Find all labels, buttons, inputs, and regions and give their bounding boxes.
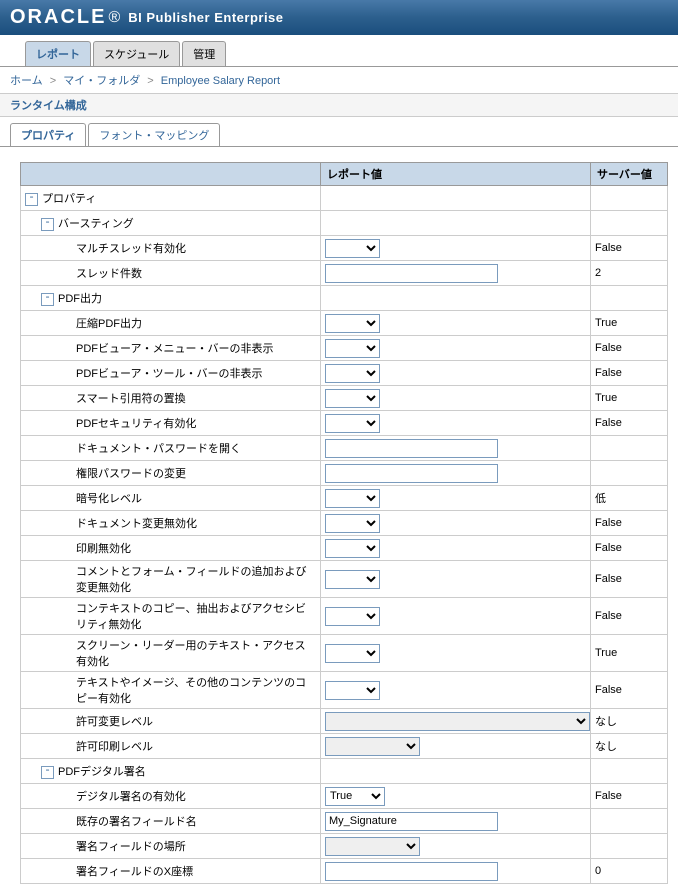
label-copydis: コンテキストのコピー、抽出およびアクセシビリティ無効化 — [21, 598, 321, 635]
breadcrumb: ホーム > マイ・フォルダ > Employee Salary Report — [0, 67, 678, 93]
select-permchange[interactable] — [325, 712, 590, 731]
sub-tabs: プロパティ フォント・マッピング — [0, 117, 678, 147]
label-permchange: 許可変更レベル — [21, 709, 321, 734]
server-hidemenu: False — [591, 336, 668, 361]
label-sigfield: 既存の署名フィールド名 — [21, 809, 321, 834]
server-sigloc — [591, 834, 668, 859]
crumb-folder[interactable]: マイ・フォルダ — [63, 75, 140, 87]
toggle-icon[interactable]: - — [25, 193, 38, 206]
label-printdis: 印刷無効化 — [21, 536, 321, 561]
crumb-sep: > — [147, 75, 153, 87]
label-security: PDFセキュリティ有効化 — [21, 411, 321, 436]
toggle-icon[interactable]: - — [41, 218, 54, 231]
server-copydis: False — [591, 598, 668, 635]
label-docpass: ドキュメント・パスワードを開く — [21, 436, 321, 461]
label-permpass: 権限パスワードの変更 — [21, 461, 321, 486]
select-screenreader[interactable] — [325, 644, 380, 663]
select-enclevel[interactable] — [325, 489, 380, 508]
server-threadcount: 2 — [591, 261, 668, 286]
input-sigfield[interactable] — [325, 812, 498, 831]
select-textcopy[interactable] — [325, 681, 380, 700]
server-smartquote: True — [591, 386, 668, 411]
label-sigloc: 署名フィールドの場所 — [21, 834, 321, 859]
server-multithread: False — [591, 236, 668, 261]
crumb-home[interactable]: ホーム — [10, 75, 43, 87]
label-sigenable: デジタル署名の有効化 — [21, 784, 321, 809]
th-server: サーバー値 — [591, 163, 668, 186]
select-comment[interactable] — [325, 570, 380, 589]
server-screenreader: True — [591, 635, 668, 672]
properties-table: レポート値 サーバー値 -プロパティ -バースティング マルチスレッド有効化 F… — [20, 162, 668, 884]
toggle-icon[interactable]: - — [41, 293, 54, 306]
th-label — [21, 163, 321, 186]
server-sigx: 0 — [591, 859, 668, 884]
select-smartquote[interactable] — [325, 389, 380, 408]
select-compress[interactable] — [325, 314, 380, 333]
label-permprint: 許可印刷レベル — [21, 734, 321, 759]
input-sigx[interactable] — [325, 862, 498, 881]
server-enclevel: 低 — [591, 486, 668, 511]
app-header: ORACLE ® BI Publisher Enterprise — [0, 0, 678, 35]
server-permpass — [591, 461, 668, 486]
group-properties: プロパティ — [42, 193, 96, 205]
main-tabs: レポート スケジュール 管理 — [0, 35, 678, 67]
label-docchange: ドキュメント変更無効化 — [21, 511, 321, 536]
input-threadcount[interactable] — [325, 264, 498, 283]
select-sigloc[interactable] — [325, 837, 420, 856]
logo-suffix: ® — [108, 9, 120, 27]
label-hidemenu: PDFビューア・メニュー・バーの非表示 — [21, 336, 321, 361]
server-sigfield — [591, 809, 668, 834]
input-docpass[interactable] — [325, 439, 498, 458]
label-enclevel: 暗号化レベル — [21, 486, 321, 511]
select-docchange[interactable] — [325, 514, 380, 533]
th-value: レポート値 — [321, 163, 591, 186]
server-sigenable: False — [591, 784, 668, 809]
group-signature: PDFデジタル署名 — [58, 766, 146, 778]
server-docchange: False — [591, 511, 668, 536]
label-hidetool: PDFビューア・ツール・バーの非表示 — [21, 361, 321, 386]
input-permpass[interactable] — [325, 464, 498, 483]
label-textcopy: テキストやイメージ、その他のコンテンツのコピー有効化 — [21, 672, 321, 709]
label-sigx: 署名フィールドのX座標 — [21, 859, 321, 884]
toggle-icon[interactable]: - — [41, 766, 54, 779]
select-hidetool[interactable] — [325, 364, 380, 383]
select-multithread[interactable] — [325, 239, 380, 258]
select-hidemenu[interactable] — [325, 339, 380, 358]
tab-admin[interactable]: 管理 — [182, 41, 226, 66]
label-smartquote: スマート引用符の置換 — [21, 386, 321, 411]
server-hidetool: False — [591, 361, 668, 386]
server-permchange: なし — [591, 709, 668, 734]
oracle-logo: ORACLE — [10, 6, 106, 29]
label-compress: 圧縮PDF出力 — [21, 311, 321, 336]
select-printdis[interactable] — [325, 539, 380, 558]
tab-report[interactable]: レポート — [25, 41, 91, 66]
select-sigenable[interactable]: True — [325, 787, 385, 806]
server-docpass — [591, 436, 668, 461]
label-multithread: マルチスレッド有効化 — [21, 236, 321, 261]
label-screenreader: スクリーン・リーダー用のテキスト・アクセス有効化 — [21, 635, 321, 672]
product-name: BI Publisher Enterprise — [128, 10, 283, 25]
crumb-report[interactable]: Employee Salary Report — [161, 75, 280, 87]
server-security: False — [591, 411, 668, 436]
server-compress: True — [591, 311, 668, 336]
crumb-sep: > — [50, 75, 56, 87]
server-comment: False — [591, 561, 668, 598]
tab-schedule[interactable]: スケジュール — [93, 41, 180, 66]
server-textcopy: False — [591, 672, 668, 709]
subtab-properties[interactable]: プロパティ — [10, 123, 86, 146]
server-permprint: なし — [591, 734, 668, 759]
select-copydis[interactable] — [325, 607, 380, 626]
section-title: ランタイム構成 — [0, 93, 678, 117]
select-security[interactable] — [325, 414, 380, 433]
server-printdis: False — [591, 536, 668, 561]
group-bursting: バースティング — [58, 218, 134, 230]
label-threadcount: スレッド件数 — [21, 261, 321, 286]
subtab-fontmapping[interactable]: フォント・マッピング — [88, 123, 220, 146]
group-pdf: PDF出力 — [58, 293, 102, 305]
select-permprint[interactable] — [325, 737, 420, 756]
label-comment: コメントとフォーム・フィールドの追加および変更無効化 — [21, 561, 321, 598]
